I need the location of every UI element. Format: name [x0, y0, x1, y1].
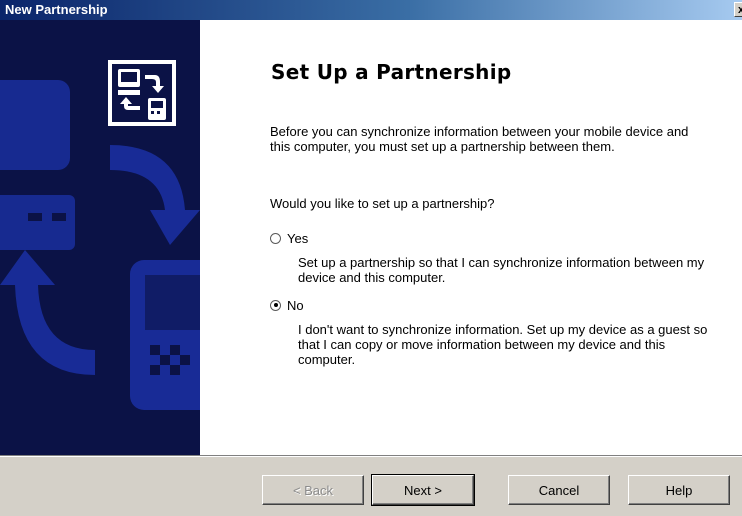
back-button[interactable]: < Back: [262, 475, 364, 505]
new-partnership-dialog: New Partnership x Set Up a Partnership B…: [0, 0, 742, 516]
yes-radio-button[interactable]: [270, 232, 281, 244]
partnership-sync-icon: [108, 60, 176, 126]
help-button[interactable]: Help: [628, 475, 730, 505]
cancel-button[interactable]: Cancel: [508, 475, 610, 505]
question-text: Would you like to set up a partnership?: [270, 196, 495, 211]
button-separator: [0, 455, 742, 457]
no-radio-label[interactable]: No: [287, 298, 304, 313]
wizard-banner: [0, 20, 200, 455]
banner-arrow-left-shape: [0, 250, 95, 375]
close-button[interactable]: x: [734, 2, 742, 17]
window-title: New Partnership: [5, 2, 108, 17]
no-radio-option[interactable]: No: [270, 297, 304, 313]
intro-text: Before you can synchronize information b…: [270, 124, 689, 154]
title-bar[interactable]: New Partnership x: [0, 0, 742, 20]
no-radio-button[interactable]: [270, 299, 281, 311]
no-description: I don't want to synchronize information.…: [298, 322, 708, 367]
yes-radio-option[interactable]: Yes: [270, 230, 308, 246]
banner-computer-shape: [0, 80, 70, 170]
banner-artwork: [0, 60, 200, 410]
wizard-content: Set Up a Partnership Before you can sync…: [200, 20, 742, 455]
yes-description: Set up a partnership so that I can synch…: [298, 255, 705, 285]
banner-computer-base: [0, 195, 75, 250]
banner-arrow-right-shape: [110, 145, 200, 245]
close-icon: x: [737, 4, 742, 16]
page-title: Set Up a Partnership: [271, 60, 512, 84]
yes-radio-label[interactable]: Yes: [287, 231, 308, 246]
next-button[interactable]: Next >: [371, 474, 475, 506]
